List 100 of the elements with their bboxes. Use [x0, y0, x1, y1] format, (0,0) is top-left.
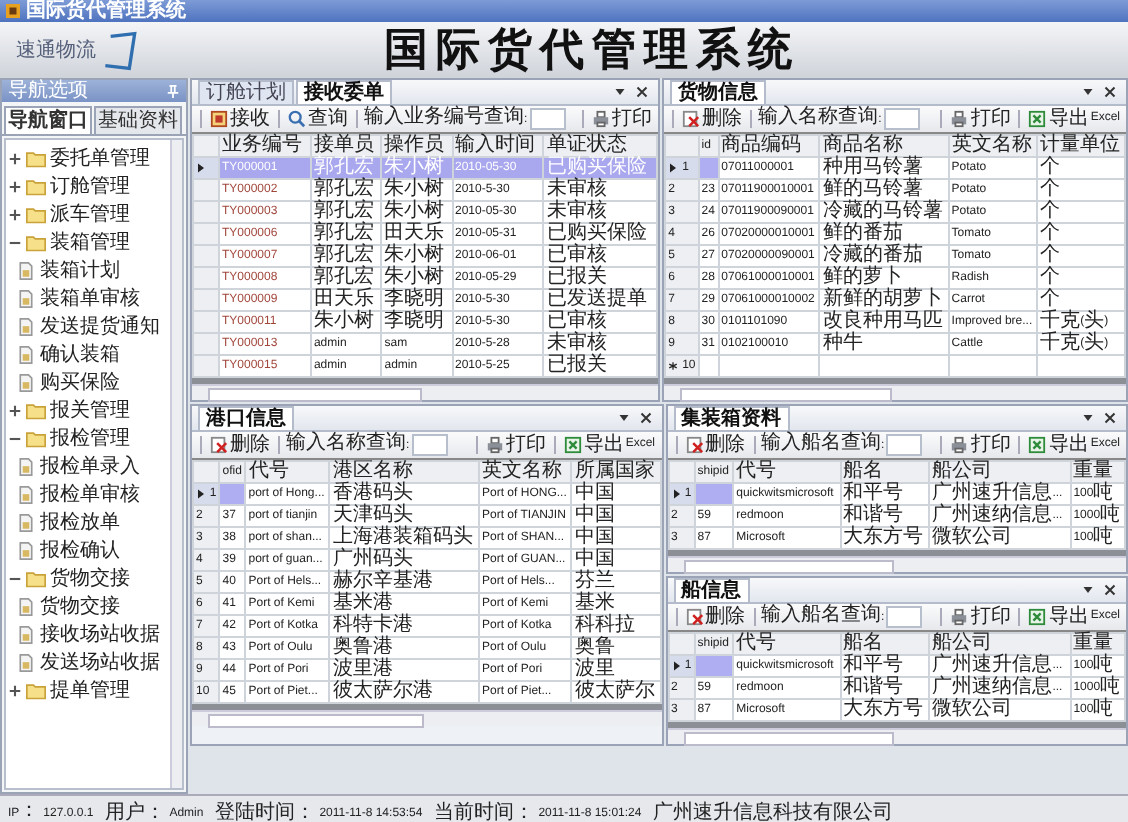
- horizontal-scrollbar[interactable]: [192, 710, 661, 726]
- column-header[interactable]: 船公司: [929, 461, 1071, 483]
- dropdown-icon[interactable]: [614, 86, 627, 98]
- expand-icon[interactable]: [8, 207, 22, 221]
- horizontal-scrollbar[interactable]: [192, 384, 659, 400]
- column-header[interactable]: 单证状态: [543, 135, 658, 157]
- column-header[interactable]: 业务编号: [219, 135, 311, 157]
- delete-button[interactable]: 删除: [680, 108, 745, 130]
- table-cell: 和平号: [840, 655, 930, 677]
- delete-button[interactable]: 删除: [683, 606, 747, 628]
- column-header[interactable]: 英文名称: [479, 461, 572, 483]
- table-cell: 郭孔宏: [310, 179, 382, 201]
- tree-item[interactable]: 派车管理: [50, 203, 130, 225]
- column-header[interactable]: 商品编码: [718, 135, 820, 157]
- print-button[interactable]: 打印: [948, 606, 1013, 628]
- close-icon[interactable]: [1104, 86, 1117, 98]
- column-header[interactable]: 船名: [840, 461, 930, 483]
- search-field[interactable]: [529, 108, 566, 130]
- sidebar-tab[interactable]: 导航窗口: [4, 106, 92, 134]
- panel-tab[interactable]: 集装箱资料: [673, 406, 789, 430]
- expand-icon[interactable]: [8, 179, 22, 193]
- tree-item[interactable]: 报检管理: [50, 427, 130, 449]
- column-header[interactable]: 计量单位: [1037, 135, 1126, 157]
- close-icon[interactable]: [1104, 412, 1117, 424]
- column-header[interactable]: 输入时间: [452, 135, 544, 157]
- search-field[interactable]: [411, 434, 448, 456]
- column-header[interactable]: 重量: [1070, 633, 1126, 655]
- dropdown-icon[interactable]: [617, 412, 629, 424]
- tree-item[interactable]: 报检确认: [40, 539, 120, 561]
- tree-item[interactable]: 装箱计划: [40, 259, 120, 281]
- dropdown-icon[interactable]: [1082, 86, 1095, 98]
- column-header[interactable]: 商品名称: [819, 135, 949, 157]
- tree-item[interactable]: 接收场站收据: [40, 623, 160, 645]
- tree-item[interactable]: 订舱管理: [50, 175, 130, 197]
- receive-button[interactable]: 接收: [208, 108, 272, 130]
- close-icon[interactable]: [1104, 584, 1117, 596]
- panel-tab[interactable]: 船信息: [673, 578, 749, 602]
- query-button[interactable]: 查询: [286, 108, 350, 130]
- horizontal-scrollbar[interactable]: [664, 384, 1127, 400]
- column-header[interactable]: 重量: [1070, 461, 1126, 483]
- column-header[interactable]: 港区名称: [329, 461, 480, 483]
- tree-item[interactable]: 报关管理: [50, 399, 130, 421]
- tree-item[interactable]: 确认装箱: [40, 343, 120, 365]
- panel-title: 导航选项: [8, 80, 88, 102]
- print-button[interactable]: 打印: [483, 434, 548, 456]
- expand-icon[interactable]: [8, 683, 22, 697]
- tree-item[interactable]: 装箱单审核: [40, 287, 140, 309]
- sidebar-tab[interactable]: 基础资料: [94, 106, 182, 134]
- column-header[interactable]: 代号: [245, 461, 330, 483]
- panel-tab[interactable]: 货物信息: [670, 80, 767, 104]
- panel-tab[interactable]: 接收委单: [296, 80, 392, 104]
- column-header[interactable]: 接单员: [310, 135, 382, 157]
- search-field[interactable]: [886, 606, 923, 628]
- vertical-scrollbar[interactable]: [170, 140, 182, 788]
- tree-item[interactable]: 货物交接: [50, 567, 130, 589]
- print-button[interactable]: 打印: [948, 108, 1013, 130]
- table-cell: 郭孔宏: [310, 267, 382, 289]
- table-cell: 李晓明: [381, 289, 452, 311]
- tree-item[interactable]: 报检放单: [40, 511, 120, 533]
- search-field[interactable]: [886, 434, 923, 456]
- tree-item[interactable]: 报检单审核: [40, 483, 140, 505]
- tree-item[interactable]: 委托单管理: [50, 147, 150, 169]
- print-button[interactable]: 打印: [948, 434, 1013, 456]
- print-button[interactable]: 打印: [590, 108, 655, 130]
- column-header[interactable]: 操作员: [381, 135, 452, 157]
- row-header[interactable]: [193, 157, 219, 179]
- horizontal-scrollbar[interactable]: [667, 728, 1127, 744]
- search-field[interactable]: [883, 108, 920, 130]
- table-cell: 科特卡港: [329, 615, 480, 637]
- pin-icon[interactable]: [166, 84, 180, 98]
- table-cell: 已购买保险: [543, 223, 658, 245]
- delete-button[interactable]: 删除: [208, 434, 272, 456]
- table-cell: 中国: [571, 483, 660, 505]
- column-header[interactable]: 所属国家: [571, 461, 660, 483]
- expand-icon[interactable]: [8, 403, 22, 417]
- dropdown-icon[interactable]: [1082, 412, 1095, 424]
- close-icon[interactable]: [636, 86, 649, 98]
- tree-item[interactable]: 货物交接: [40, 595, 120, 617]
- column-header[interactable]: 英文名称: [948, 135, 1038, 157]
- tree-item[interactable]: 装箱管理: [50, 231, 130, 253]
- column-header[interactable]: 船名: [840, 633, 930, 655]
- table-cell: 已购买保险: [543, 157, 658, 179]
- tree-item[interactable]: 购买保险: [40, 371, 120, 393]
- expand-icon[interactable]: [8, 151, 22, 165]
- panel-tab[interactable]: 港口信息: [198, 406, 294, 430]
- close-icon[interactable]: [639, 412, 651, 424]
- column-header[interactable]: 代号: [733, 633, 841, 655]
- tree-item[interactable]: 报检单录入: [40, 455, 140, 477]
- dropdown-icon[interactable]: [1082, 584, 1095, 596]
- tree-item[interactable]: 发送场站收据: [40, 651, 160, 673]
- document-icon: [16, 289, 36, 307]
- table-cell: 郭孔宏: [310, 201, 382, 223]
- horizontal-scrollbar[interactable]: [667, 556, 1127, 572]
- column-header[interactable]: 船公司: [929, 633, 1071, 655]
- delete-button[interactable]: 删除: [683, 434, 747, 456]
- table-cell: 郭孔宏: [310, 157, 382, 179]
- tree-item[interactable]: 发送提货通知: [40, 315, 160, 337]
- tree-item[interactable]: 提单管理: [50, 679, 130, 701]
- panel-tab[interactable]: 订舱计划: [198, 80, 294, 104]
- column-header[interactable]: 代号: [733, 461, 841, 483]
